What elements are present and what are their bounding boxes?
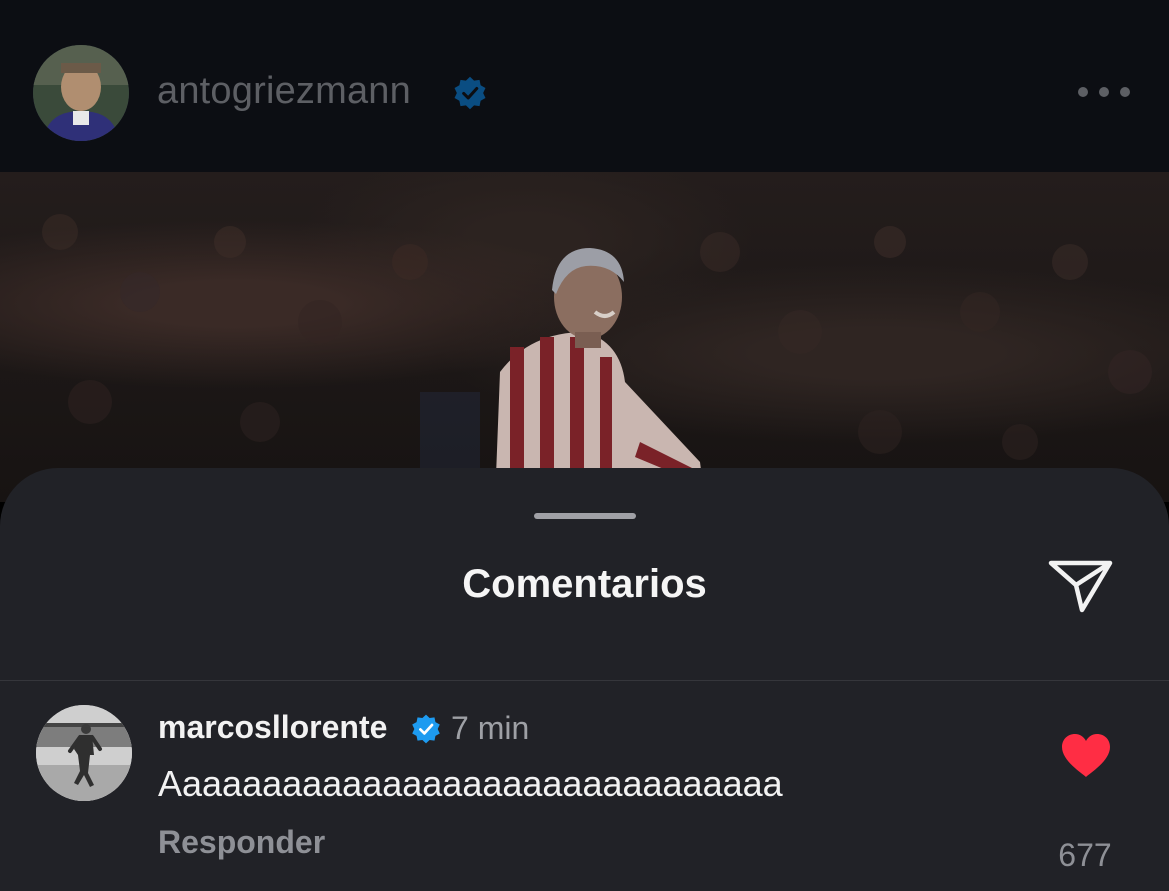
reply-button[interactable]: Responder <box>158 824 325 861</box>
send-icon[interactable] <box>1046 553 1116 617</box>
post-header: antogriezmann <box>0 0 1169 172</box>
comment-item: marcosllorente 7 min Aaaaaaaaaaaaaaaaaaa… <box>0 681 1169 891</box>
more-dot-icon <box>1078 87 1088 97</box>
comment-timestamp: 7 min <box>451 710 530 746</box>
verified-badge-icon <box>412 714 440 744</box>
sheet-title: Comentarios <box>462 562 707 606</box>
commenter-avatar[interactable] <box>36 705 132 801</box>
sheet-drag-handle[interactable] <box>534 513 636 519</box>
more-dot-icon <box>1099 87 1109 97</box>
more-options-button[interactable] <box>1078 78 1130 106</box>
comments-sheet: Comentarios marcosllorente 7 min Aaaaaaa… <box>0 468 1169 891</box>
heart-icon[interactable] <box>1060 733 1112 779</box>
post-photo[interactable] <box>0 172 1169 502</box>
comment-text: Aaaaaaaaaaaaaaaaaaaaaaaaaaaaaaa <box>158 763 783 804</box>
like-count: 677 <box>1058 837 1112 873</box>
post-author-username[interactable]: antogriezmann <box>157 70 411 113</box>
more-dot-icon <box>1120 87 1130 97</box>
post-author-avatar[interactable] <box>33 45 129 141</box>
comment-username[interactable]: marcosllorente <box>158 709 387 746</box>
verified-badge-icon <box>454 76 486 110</box>
